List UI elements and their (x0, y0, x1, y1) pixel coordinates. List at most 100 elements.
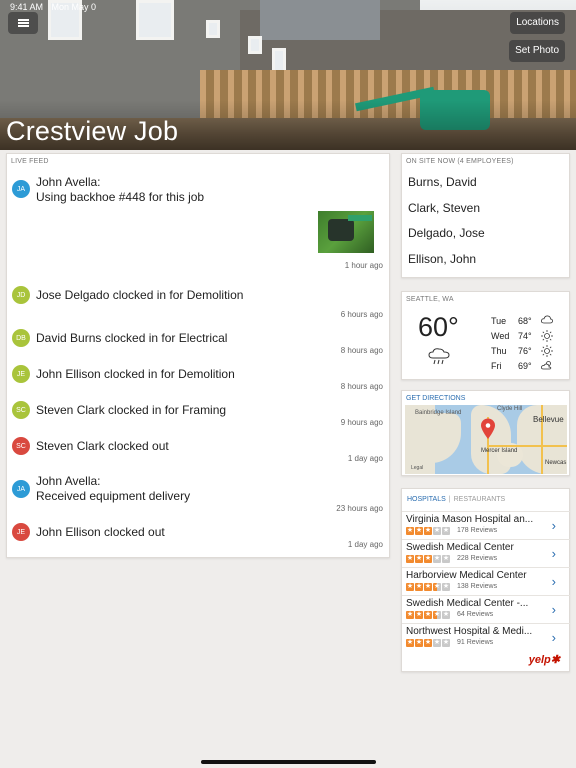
tab-restaurants[interactable]: RESTAURANTS (454, 496, 506, 503)
star-icon: ★ (424, 639, 432, 647)
star-icon: ★ (442, 527, 450, 535)
map-place-label: Bainbridge Island (415, 410, 462, 416)
window (206, 20, 220, 38)
on-site-label: ON SITE NOW (4 EMPLOYEES) (406, 158, 514, 165)
forecast-row: Tue 68° (491, 315, 565, 328)
star-icon: ★ (433, 555, 441, 563)
map-place-label: Bellevue (533, 415, 564, 424)
star-rating: ★ ★ ★ ★ ★ (406, 583, 450, 591)
star-icon: ★ (415, 555, 423, 563)
nearby-places-card: HOSPITALS | RESTAURANTS Virginia Mason Hos… (401, 488, 570, 672)
review-count: 138 Reviews (457, 583, 498, 590)
feed-text: Steven Clark clocked in for Framing (36, 403, 227, 417)
sun-icon (541, 345, 553, 357)
forecast-row: Thu 76° (491, 345, 565, 358)
menu-button[interactable] (8, 12, 38, 34)
forecast-day: Thu (491, 346, 507, 356)
yelp-logo-text: yelp (528, 654, 551, 666)
star-icon: ★ (433, 583, 441, 591)
job-header-photo: Crestview Job (0, 0, 576, 150)
chevron-right-icon: › (551, 518, 556, 533)
star-icon: ★ (442, 611, 450, 619)
map[interactable]: Bainbridge Island Clyde Hill Bellevue Me… (405, 405, 567, 474)
feed-time: 9 hours ago (340, 418, 383, 427)
category-tabs: HOSPITALS | RESTAURANTS (407, 496, 505, 503)
feed-text-line: Using backhoe #448 for this job (36, 190, 205, 204)
chevron-right-icon: › (551, 602, 556, 617)
feed-text: Steven Clark clocked out (36, 439, 169, 453)
business-row[interactable]: Virginia Mason Hospital an... ★ ★ ★ ★ ★ 178 … (402, 511, 570, 539)
star-icon: ★ (433, 611, 441, 619)
star-icon: ★ (406, 611, 414, 619)
yelp-logo[interactable]: yelp✱ (529, 653, 560, 666)
weather-location: SEATTLE, WA (406, 296, 454, 303)
window (248, 36, 262, 54)
business-row[interactable]: Northwest Hospital & Medi... ★ ★ ★ ★ ★ 91 Re… (402, 623, 570, 651)
map-legal[interactable]: Legal (411, 465, 423, 471)
star-rating: ★ ★ ★ ★ ★ (406, 527, 450, 535)
chevron-right-icon: › (551, 630, 556, 645)
star-icon: ★ (424, 555, 432, 563)
set-photo-button[interactable]: Set Photo (509, 40, 565, 62)
feed-text: John Ellison clocked in for Demolition (36, 367, 235, 381)
feed-item[interactable]: JD Jose Delgado clocked in for Demolitio… (12, 286, 383, 321)
star-icon: ★ (406, 639, 414, 647)
star-rating: ★ ★ ★ ★ ★ (406, 555, 450, 563)
map-pin-icon[interactable] (480, 418, 496, 440)
avatar: JA (12, 480, 30, 498)
feed-item[interactable]: SC Steven Clark clocked out 1 day ago (12, 437, 383, 472)
locations-button[interactable]: Locations (510, 12, 565, 34)
star-rating: ★ ★ ★ ★ ★ (406, 611, 450, 619)
employee-name[interactable]: Ellison, John (408, 252, 476, 266)
feed-time: 8 hours ago (340, 382, 383, 391)
feed-item[interactable]: JA John Avella: Using backhoe #448 for t… (12, 174, 383, 270)
employee-name[interactable]: Delgado, Jose (408, 226, 485, 240)
avatar: DB (12, 329, 30, 347)
star-icon: ★ (406, 583, 414, 591)
backhoe-arm (348, 215, 372, 221)
star-icon: ★ (424, 583, 432, 591)
feed-text: John Avella: Received equipment delivery (36, 474, 190, 504)
feed-item[interactable]: JE John Ellison clocked in for Demolitio… (12, 365, 383, 400)
map-land (413, 413, 461, 463)
directions-card[interactable]: GET DIRECTIONS Bainbridge Island Clyde H… (401, 390, 570, 476)
star-icon: ★ (424, 611, 432, 619)
star-icon: ★ (406, 555, 414, 563)
review-count: 178 Reviews (457, 527, 498, 534)
backhoe-bucket (328, 219, 354, 241)
home-indicator[interactable] (201, 760, 376, 764)
feed-item[interactable]: DB David Burns clocked in for Electrical… (12, 329, 383, 364)
business-row[interactable]: Swedish Medical Center -... ★ ★ ★ ★ ★ 64 Rev… (402, 595, 570, 623)
live-feed-label: LIVE FEED (11, 158, 49, 165)
map-place-label: Clyde Hill (497, 406, 523, 412)
feed-text-line: Received equipment delivery (36, 489, 191, 503)
star-icon: ★ (442, 555, 450, 563)
window (136, 0, 174, 40)
chevron-right-icon: › (551, 574, 556, 589)
get-directions-link[interactable]: GET DIRECTIONS (406, 395, 565, 402)
feed-text-line: John Avella: (36, 474, 101, 488)
star-icon: ★ (433, 527, 441, 535)
roof (260, 0, 380, 40)
cloud-icon (541, 315, 553, 324)
map-place-label: Newcas (545, 460, 567, 466)
feed-item[interactable]: JE John Ellison clocked out 1 day ago (12, 523, 383, 558)
feed-photo-thumbnail[interactable] (318, 211, 374, 253)
tab-hospitals[interactable]: HOSPITALS (407, 496, 446, 503)
feed-text-line: John Avella: (36, 175, 101, 189)
forecast-row: Wed 74° (491, 330, 565, 343)
business-row[interactable]: Harborview Medical Center ★ ★ ★ ★ ★ 138 Revi… (402, 567, 570, 595)
review-count: 228 Reviews (457, 555, 498, 562)
feed-item[interactable]: JA John Avella: Received equipment deliv… (12, 472, 383, 517)
feed-text: David Burns clocked in for Electrical (36, 331, 228, 345)
employee-name[interactable]: Clark, Steven (408, 201, 480, 215)
feed-item[interactable]: SC Steven Clark clocked in for Framing 9… (12, 401, 383, 436)
partly-cloudy-icon (541, 361, 552, 370)
employee-name[interactable]: Burns, David (408, 175, 477, 189)
avatar: SC (12, 437, 30, 455)
star-icon: ★ (415, 527, 423, 535)
feed-time: 1 day ago (347, 454, 383, 463)
map-place-label: Mercer Island (481, 448, 518, 454)
business-row[interactable]: Swedish Medical Center ★ ★ ★ ★ ★ 228 Reviews… (402, 539, 570, 567)
feed-time: 6 hours ago (340, 310, 383, 319)
